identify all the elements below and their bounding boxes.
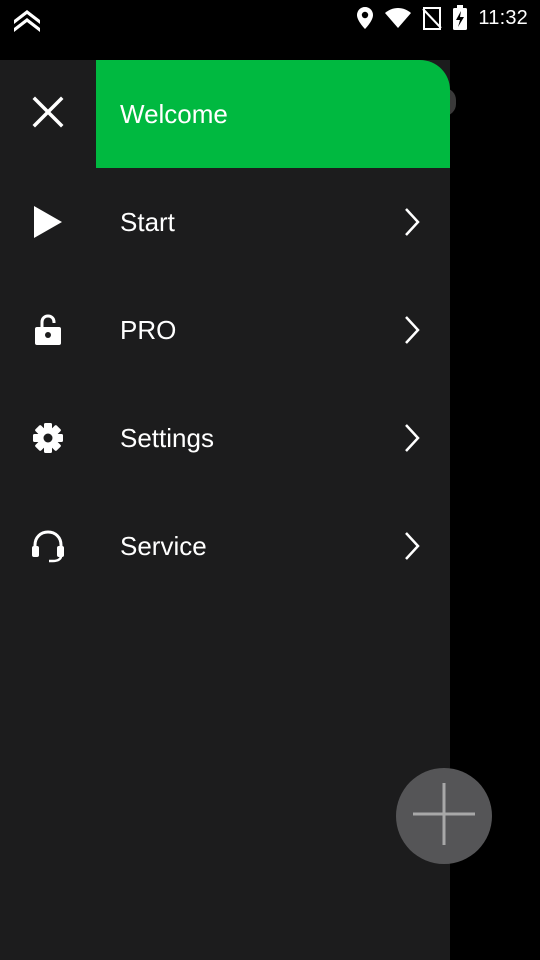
close-button[interactable]: [0, 60, 96, 168]
gear-icon: [0, 384, 96, 492]
play-icon: [0, 168, 96, 276]
no-sim-icon: [422, 6, 443, 30]
headset-icon: [0, 492, 96, 600]
drawer-title: Welcome: [120, 98, 228, 129]
status-icons: 11:32: [356, 0, 528, 36]
menu-item-settings[interactable]: Settings: [0, 384, 450, 492]
welcome-banner: Welcome: [96, 60, 450, 168]
chevron-right-icon: [392, 168, 432, 276]
navigation-drawer: Welcome Start PRO Settings Service: [0, 60, 450, 960]
menu-item-pro[interactable]: PRO: [0, 276, 450, 384]
menu-item-label: Service: [120, 530, 207, 561]
drawer-menu: Start PRO Settings Service: [0, 168, 450, 600]
plus-icon: [411, 781, 477, 852]
menu-item-service[interactable]: Service: [0, 492, 450, 600]
status-time: 11:32: [478, 6, 528, 29]
location-icon: [356, 6, 374, 30]
menu-item-label: Settings: [120, 422, 214, 453]
battery-charging-icon: [452, 5, 468, 31]
menu-item-start[interactable]: Start: [0, 168, 450, 276]
status-bar: 11:32: [0, 0, 540, 36]
drawer-header: Welcome: [0, 60, 450, 168]
wifi-icon: [384, 7, 412, 29]
chevron-right-icon: [392, 492, 432, 600]
unlock-icon: [0, 276, 96, 384]
chevron-right-icon: [392, 276, 432, 384]
menu-item-label: PRO: [120, 314, 177, 345]
screen: 11:32 Welcome Start PRO Settings Service: [0, 0, 540, 960]
menu-item-label: Start: [120, 206, 175, 237]
chevron-right-icon: [392, 384, 432, 492]
close-icon: [32, 96, 64, 133]
app-chevrons-icon: [12, 6, 42, 32]
add-button[interactable]: [396, 768, 492, 864]
